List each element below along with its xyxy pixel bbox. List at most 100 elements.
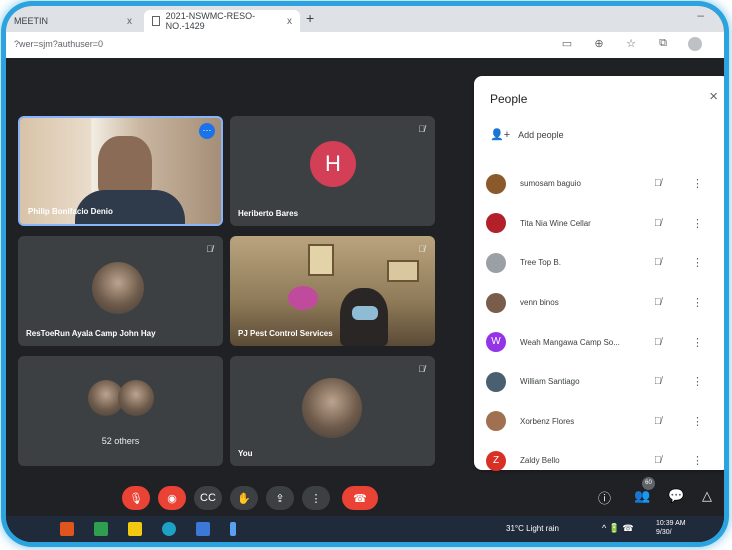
more-vert-icon[interactable]: ⋮: [692, 296, 703, 309]
face-mask: [352, 306, 378, 320]
profile-avatar[interactable]: [688, 37, 702, 54]
edge-icon[interactable]: [162, 522, 176, 536]
person-row[interactable]: W Weah Mangawa Camp So... 🎙̸ ⋮: [486, 322, 722, 362]
tab-meeting-label: MEETIN: [14, 16, 49, 26]
more-vert-icon[interactable]: ⋮: [692, 256, 703, 269]
person-name: Weah Mangawa Camp So...: [520, 337, 620, 347]
leave-call-button[interactable]: ☎: [342, 486, 378, 510]
tab-reso-doc[interactable]: 2021-NSWMC-RESO-NO.-1429 x: [144, 10, 300, 32]
add-person-icon: 👤+: [490, 129, 511, 141]
app-icon[interactable]: [196, 522, 210, 536]
person-row[interactable]: sumosam baguio 🎙̸ ⋮: [486, 164, 722, 204]
extensions-icon[interactable]: ⧉: [656, 37, 670, 54]
clock-time: 10:39 AM: [656, 520, 686, 527]
tab-meeting[interactable]: MEETIN x: [6, 10, 140, 32]
more-vert-icon[interactable]: ⋮: [692, 454, 703, 467]
person-row[interactable]: Z Zaldy Bello 🎙̸ ⋮: [486, 441, 722, 481]
more-options-button[interactable]: ⋮: [302, 486, 330, 510]
participant-name: You: [238, 449, 253, 458]
add-people-label: Add people: [518, 129, 564, 140]
tab-reso-label: 2021-NSWMC-RESO-NO.-1429: [165, 11, 256, 31]
avatar: [486, 213, 506, 234]
mic-off-button[interactable]: 🎙: [122, 486, 150, 510]
more-vert-icon[interactable]: ⋮: [692, 336, 703, 349]
mic-off-icon: 🎙̸: [418, 364, 425, 374]
raise-hand-button[interactable]: ✋: [230, 486, 258, 510]
tab-close-icon[interactable]: x: [127, 16, 132, 27]
camera-off-button[interactable]: ◉: [158, 486, 186, 510]
participant-name: PJ Pest Control Services: [238, 329, 333, 338]
more-vert-icon[interactable]: ⋮: [692, 177, 703, 190]
address-bar[interactable]: ?wer=sjm?authuser=0 ▭ ⊕ ☆ ⧉: [6, 32, 724, 59]
zoom-icon[interactable]: ⊕: [592, 37, 606, 54]
participant-tile-philip[interactable]: ⋯ Philip Bonifacio Denio: [18, 116, 223, 226]
person-name: sumosam baguio: [520, 179, 581, 189]
excel-icon[interactable]: [94, 522, 108, 536]
people-list: sumosam baguio 🎙̸ ⋮ Tita Nia Wine Cellar 🎙̸ ⋮…: [486, 164, 722, 481]
mic-off-icon: 🎙̸: [418, 244, 425, 254]
windows-taskbar: 31°C Light rain ^ 🔋 ☎ 10:39 AM 9/30/: [6, 516, 724, 542]
more-options-icon[interactable]: ⋯: [199, 123, 215, 139]
participant-name: Philip Bonifacio Denio: [28, 207, 113, 216]
person-name: Xorbenz Flores: [520, 416, 575, 426]
lamp: [288, 286, 318, 310]
person-name: Tita Nia Wine Cellar: [520, 218, 591, 228]
clock[interactable]: 10:39 AM 9/30/: [656, 519, 686, 537]
add-people-button[interactable]: 👤+ Add people: [490, 128, 564, 141]
people-icon[interactable]: 👥: [634, 488, 650, 504]
document-icon: [152, 16, 160, 26]
close-icon[interactable]: ×: [709, 88, 718, 105]
more-vert-icon[interactable]: ⋮: [692, 375, 703, 388]
tab-close-icon[interactable]: x: [287, 16, 292, 27]
wall-picture: [308, 244, 334, 276]
person-row[interactable]: Tree Top B. 🎙̸ ⋮: [486, 243, 722, 283]
mic-off-icon[interactable]: 🎙̸: [654, 455, 662, 466]
mic-off-icon[interactable]: 🎙̸: [654, 218, 662, 229]
address-bar-icons: ▭ ⊕ ☆ ⧉: [560, 37, 702, 54]
minimize-icon[interactable]: –: [697, 8, 704, 22]
present-button[interactable]: ⇪: [266, 486, 294, 510]
people-panel: People × 👤+ Add people sumosam baguio 🎙̸ ⋮…: [474, 76, 724, 471]
person-row[interactable]: Tita Nia Wine Cellar 🎙̸ ⋮: [486, 204, 722, 244]
new-tab-button[interactable]: +: [306, 10, 314, 26]
mic-off-icon[interactable]: 🎙̸: [654, 257, 662, 268]
browser-tab-strip: MEETIN x 2021-NSWMC-RESO-NO.-1429 x + –: [6, 6, 724, 32]
mic-off-icon[interactable]: 🎙̸: [654, 376, 662, 387]
more-vert-icon[interactable]: ⋮: [692, 415, 703, 428]
avatar-initial: H: [310, 141, 356, 187]
mic-off-icon[interactable]: 🎙̸: [654, 337, 662, 348]
system-tray-icons[interactable]: ^ 🔋 ☎: [602, 523, 634, 534]
others-tile[interactable]: 52 others: [18, 356, 223, 466]
participant-tile-pj-pest[interactable]: 🎙̸ PJ Pest Control Services: [230, 236, 435, 346]
clock-date: 9/30/: [656, 529, 672, 536]
participant-tile-restoerun[interactable]: 🎙̸ ResToeRun Ayala Camp John Hay: [18, 236, 223, 346]
url-text[interactable]: ?wer=sjm?authuser=0: [14, 39, 103, 49]
screenshot-frame: MEETIN x 2021-NSWMC-RESO-NO.-1429 x + – …: [6, 6, 724, 542]
app-icon[interactable]: [230, 522, 236, 536]
chat-icon[interactable]: 💬: [668, 488, 684, 504]
activities-icon[interactable]: △: [702, 488, 712, 504]
person-row[interactable]: Xorbenz Flores 🎙̸ ⋮: [486, 402, 722, 442]
app-icon[interactable]: [60, 522, 74, 536]
person-row[interactable]: William Santiago 🎙̸ ⋮: [486, 362, 722, 402]
person-name: venn binos: [520, 298, 559, 308]
mic-off-icon: 🎙̸: [206, 244, 213, 254]
mic-off-icon[interactable]: 🎙̸: [654, 297, 662, 308]
more-vert-icon[interactable]: ⋮: [692, 217, 703, 230]
weather-text[interactable]: 31°C Light rain: [506, 524, 559, 533]
person-name: Tree Top B.: [520, 258, 561, 268]
folder-icon[interactable]: [128, 522, 142, 536]
mic-off-icon[interactable]: 🎙̸: [654, 416, 662, 427]
info-icon[interactable]: ⓘ: [598, 488, 611, 507]
avatar: [92, 262, 144, 314]
avatar: [486, 252, 506, 273]
person-row[interactable]: venn binos 🎙̸ ⋮: [486, 283, 722, 323]
captions-button[interactable]: CC: [194, 486, 222, 510]
camera-icon[interactable]: ▭: [560, 37, 574, 54]
participant-tile-heriberto[interactable]: 🎙̸ H Heriberto Bares: [230, 116, 435, 226]
meeting-stage: ⋯ Philip Bonifacio Denio 🎙̸ H Heriberto …: [6, 58, 724, 542]
mic-off-icon[interactable]: 🎙̸: [654, 178, 662, 189]
bookmark-star-icon[interactable]: ☆: [624, 37, 638, 54]
avatar: [118, 380, 154, 416]
self-tile[interactable]: 🎙̸ You: [230, 356, 435, 466]
